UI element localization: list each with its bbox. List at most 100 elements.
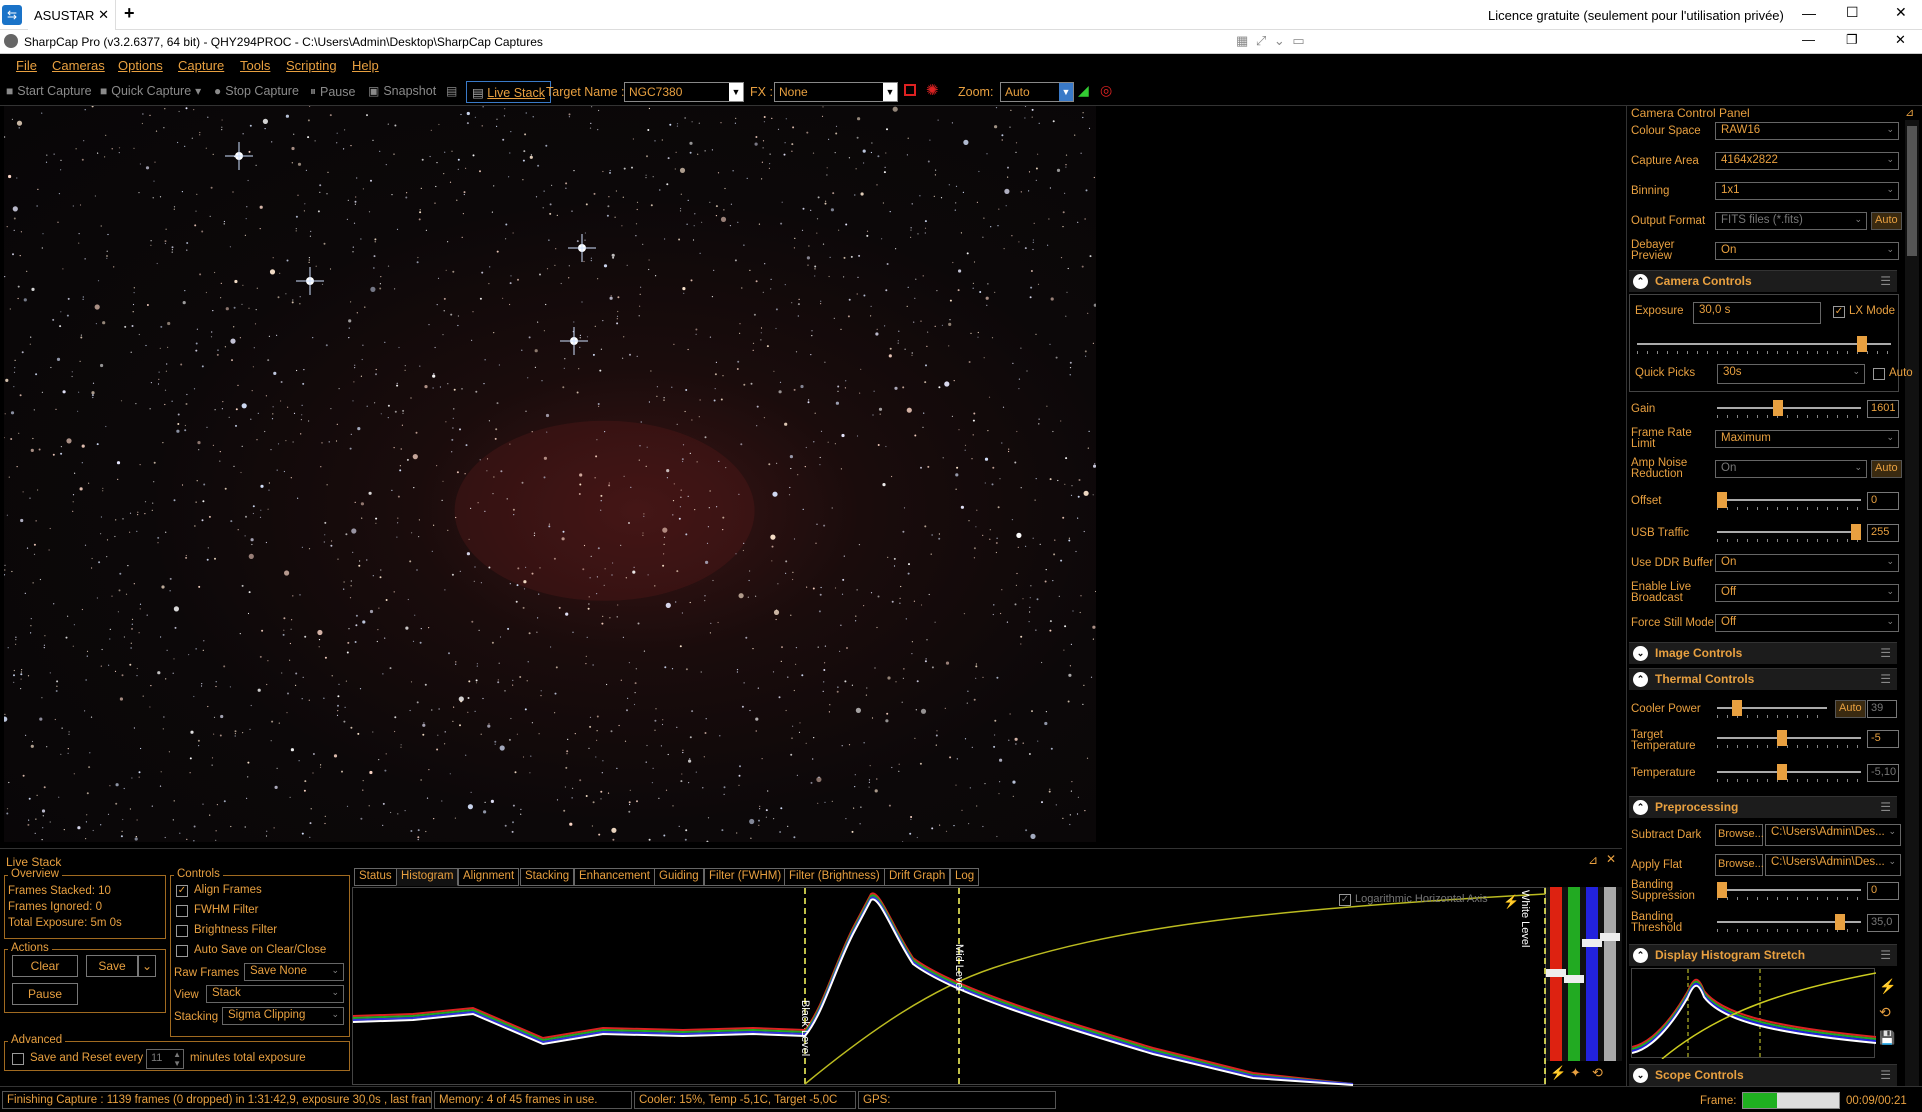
amp-noise-auto-button[interactable]: Auto: [1871, 460, 1902, 478]
tab-status[interactable]: Status: [354, 868, 397, 886]
view-select[interactable]: Stack ⌄: [206, 985, 344, 1003]
stacking-select[interactable]: Sigma Clipping ⌄: [222, 1007, 344, 1025]
banding-threshold-slider[interactable]: [1717, 914, 1861, 932]
settings-icon[interactable]: ▤: [446, 84, 457, 98]
debayer-select[interactable]: On ⌄: [1715, 242, 1899, 260]
banding-suppression-value[interactable]: 0: [1867, 882, 1899, 900]
menu-capture[interactable]: Capture: [178, 58, 224, 73]
clear-button[interactable]: Clear: [12, 955, 78, 977]
preprocessing-header[interactable]: ⌃ Preprocessing ☰: [1629, 796, 1897, 818]
menu-file[interactable]: File: [16, 58, 37, 73]
stop-capture-button[interactable]: ● Stop Capture: [214, 84, 299, 98]
target-name-input[interactable]: NGC7380 ▼: [624, 82, 744, 102]
brightness-filter-checkbox[interactable]: [176, 925, 188, 937]
reset-icon[interactable]: ⟲: [1879, 1004, 1891, 1021]
raw-frames-select[interactable]: Save None ⌄: [244, 963, 344, 981]
panel-scrollbar[interactable]: [1905, 120, 1919, 1086]
green-level-bar[interactable]: [1568, 887, 1580, 1061]
scope-controls-header[interactable]: ⌄ Scope Controls ☰: [1629, 1064, 1897, 1086]
auto-save-checkbox[interactable]: [176, 945, 188, 957]
banding-suppression-slider[interactable]: [1717, 882, 1861, 900]
align-frames-checkbox[interactable]: ✓: [176, 885, 188, 897]
auto-level-icon[interactable]: ⚡: [1503, 894, 1519, 910]
minimize-icon[interactable]: —: [1802, 5, 1816, 21]
quick-picks-auto-checkbox[interactable]: [1873, 368, 1885, 380]
teamviewer-icon[interactable]: ⇆: [2, 5, 22, 25]
quick-capture-button[interactable]: ■ Quick Capture ▾: [100, 84, 201, 98]
chevron-down-icon[interactable]: ▾: [195, 84, 201, 98]
tab-log[interactable]: Log: [950, 868, 980, 886]
level-bars[interactable]: [1546, 887, 1622, 1061]
menu-icon[interactable]: ☰: [1880, 274, 1891, 288]
save-button[interactable]: Save: [86, 955, 138, 977]
chevron-down-icon[interactable]: ⌄: [1633, 646, 1648, 661]
pin-icon[interactable]: ⊿: [1905, 106, 1914, 119]
maximize-icon[interactable]: ☐: [1846, 4, 1859, 21]
green-level-handle[interactable]: [1564, 975, 1584, 983]
menu-tools[interactable]: Tools: [240, 58, 270, 73]
menu-icon[interactable]: ☰: [1880, 800, 1891, 814]
gray-level-bar[interactable]: [1604, 887, 1616, 1061]
gain-slider[interactable]: [1717, 400, 1861, 418]
scrollbar-thumb[interactable]: [1907, 126, 1917, 256]
cooler-power-auto-button[interactable]: Auto: [1835, 700, 1866, 718]
tab-filter-fwhm[interactable]: Filter (FWHM): [704, 868, 787, 886]
frame-rate-select[interactable]: Maximum ⌄: [1715, 430, 1899, 448]
pin-icon[interactable]: ⊿: [1588, 853, 1598, 867]
output-format-select[interactable]: FITS files (*.fits) ⌄: [1715, 212, 1867, 230]
subtract-dark-browse-button[interactable]: Browse...: [1715, 824, 1764, 846]
display-histogram-graph[interactable]: [1631, 968, 1877, 1060]
tab-drift-graph[interactable]: Drift Graph: [884, 868, 951, 886]
menu-options[interactable]: Options: [118, 58, 163, 73]
gray-level-handle[interactable]: [1600, 933, 1620, 941]
lx-mode-checkbox[interactable]: ✓: [1833, 306, 1845, 318]
chevron-up-icon[interactable]: ⌃: [1633, 948, 1648, 963]
menu-cameras[interactable]: Cameras: [52, 58, 105, 73]
exposure-slider[interactable]: [1637, 336, 1891, 354]
focus-icon[interactable]: ◎: [1100, 82, 1112, 99]
zoom-select[interactable]: Auto ▼: [1000, 82, 1074, 102]
close-icon[interactable]: ✕: [98, 7, 109, 23]
image-controls-header[interactable]: ⌄ Image Controls ☰: [1629, 642, 1897, 664]
save-reset-stepper[interactable]: 11 ▲ ▼: [146, 1049, 184, 1069]
tab-enhancement[interactable]: Enhancement: [574, 868, 655, 886]
quick-picks-select[interactable]: 30s ⌄: [1717, 364, 1865, 384]
log-axis-checkbox[interactable]: ✓: [1339, 894, 1351, 906]
gain-value[interactable]: 1601: [1867, 400, 1899, 418]
display-histogram-header[interactable]: ⌃ Display Histogram Stretch ☰: [1629, 944, 1897, 966]
colour-space-select[interactable]: RAW16 ⌄: [1715, 122, 1899, 140]
apply-flat-browse-button[interactable]: Browse...: [1715, 854, 1764, 876]
fwhm-filter-checkbox[interactable]: [176, 905, 188, 917]
camera-controls-header[interactable]: ⌃ Camera Controls ☰: [1629, 270, 1897, 292]
reset-icon[interactable]: ⟲: [1592, 1065, 1603, 1081]
amp-noise-select[interactable]: On ⌄: [1715, 460, 1867, 478]
blue-level-handle[interactable]: [1582, 939, 1602, 947]
usb-traffic-value[interactable]: 255: [1867, 524, 1899, 542]
tab-filter-brightness[interactable]: Filter (Brightness): [784, 868, 885, 886]
target-temp-value[interactable]: -5: [1867, 730, 1899, 748]
menu-icon[interactable]: ☰: [1880, 646, 1891, 660]
fx-select[interactable]: None ▼: [774, 82, 898, 102]
menu-icon[interactable]: ☰: [1880, 1068, 1891, 1082]
force-still-select[interactable]: Off ⌄: [1715, 614, 1899, 632]
restore-icon[interactable]: ❐: [1846, 32, 1858, 48]
cooler-power-slider[interactable]: [1717, 700, 1827, 718]
close-window-icon[interactable]: ✕: [1895, 4, 1907, 21]
minimize-icon[interactable]: —: [1802, 32, 1815, 47]
live-broadcast-select[interactable]: Off ⌄: [1715, 584, 1899, 602]
blue-level-bar[interactable]: [1586, 887, 1598, 1061]
chevron-down-icon[interactable]: ⌄: [1633, 1068, 1648, 1083]
target-temp-slider[interactable]: [1717, 730, 1861, 748]
output-format-auto-button[interactable]: Auto: [1871, 212, 1902, 230]
save-reset-checkbox[interactable]: [12, 1053, 24, 1065]
live-stack-histogram[interactable]: Black Level Mid Level White Level ✓ Loga…: [352, 887, 1546, 1086]
pause-button[interactable]: Pause: [12, 983, 78, 1005]
subtract-dark-path[interactable]: C:\Users\Admin\Des... ⌄: [1765, 824, 1901, 846]
save-icon[interactable]: 💾: [1879, 1030, 1895, 1046]
live-stack-button[interactable]: ▤ Live Stack: [466, 81, 551, 103]
star-icon[interactable]: ✦: [1570, 1065, 1581, 1081]
auto-stretch-icon[interactable]: ⚡: [1550, 1065, 1566, 1081]
chevron-up-icon[interactable]: ⌃: [1633, 800, 1648, 815]
tab-alignment[interactable]: Alignment: [458, 868, 520, 886]
banding-threshold-value[interactable]: 35,0: [1867, 914, 1899, 932]
